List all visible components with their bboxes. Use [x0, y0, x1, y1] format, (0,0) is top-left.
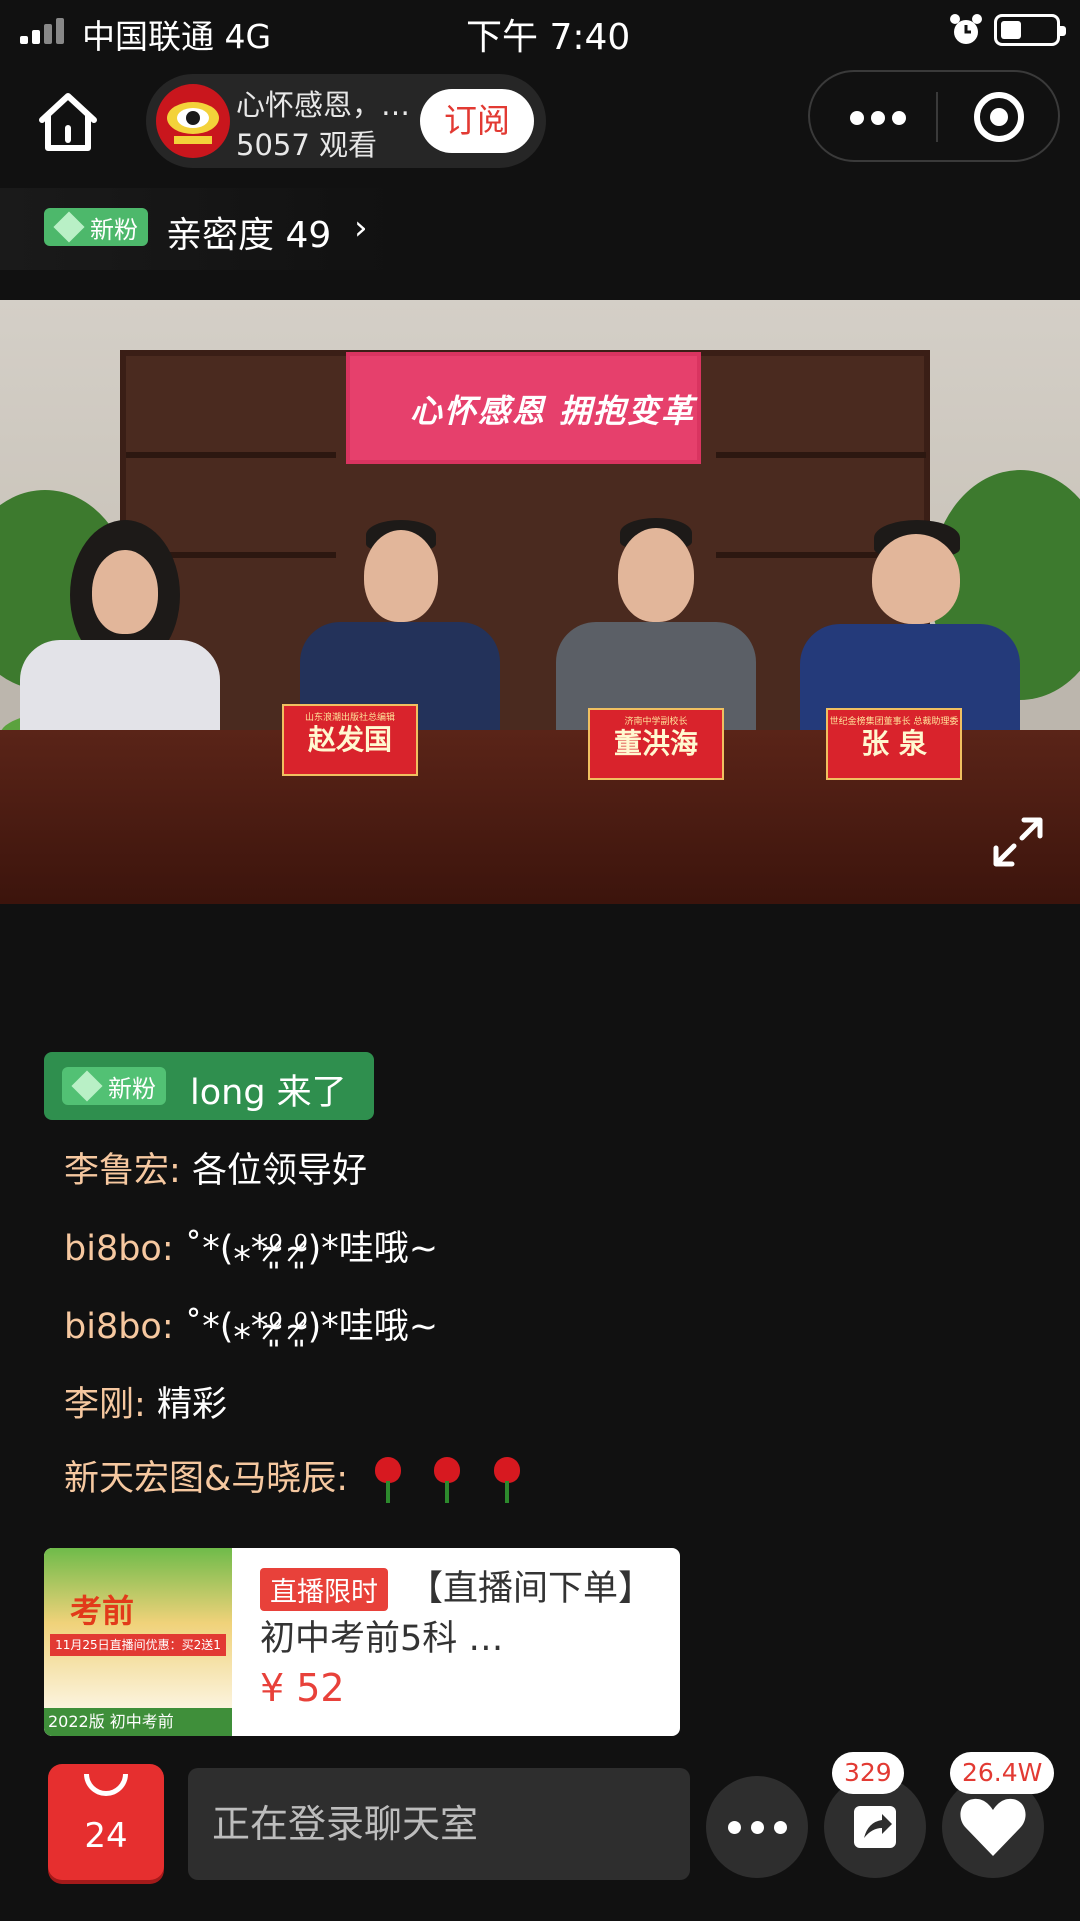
subscribe-button[interactable]: 订阅 [420, 89, 534, 153]
chat-username: bi8bo [64, 1229, 162, 1269]
chat-message: 新天宏图&马晓辰: [64, 1450, 526, 1503]
nameplate-3: 世纪金榜集团董事长 总裁助理委 张 泉 [826, 708, 962, 780]
shopping-bag-icon [84, 1774, 128, 1796]
anchor-info[interactable]: 心怀感恩，… 5057 观看 订阅 [146, 74, 546, 168]
chat-text: ˚*(⁎*⁰̷̴͈ ⁰̷̴͈)*哇哦~ [184, 1307, 439, 1347]
chat-username: 新天宏图&马晓辰 [64, 1459, 337, 1499]
home-icon[interactable] [36, 90, 100, 154]
welcome-text: long 来了 [190, 1073, 347, 1113]
chat-username: bi8bo [64, 1307, 162, 1347]
thumbnail-footer: 2022版 初中考前 [44, 1708, 232, 1736]
new-fan-label: 新粉 [90, 215, 138, 244]
chevron-right-icon: › [354, 208, 368, 248]
target-close-icon[interactable] [974, 92, 1024, 142]
signal-strength-icon [20, 14, 68, 44]
view-count: 5057 观看 [236, 128, 378, 162]
chat-text: 各位领导好 [191, 1151, 367, 1191]
product-card[interactable]: 考前 11月25日直播间优惠：买2送1 2022版 初中考前 【直播间下单】初中… [44, 1548, 680, 1736]
chat-input[interactable]: 正在登录聊天室 [188, 1768, 690, 1880]
new-fan-badge: 新粉 [44, 208, 148, 246]
capsule-divider [936, 92, 938, 142]
rose-icon [488, 1457, 526, 1503]
battery-icon [994, 14, 1066, 46]
new-fan-label: 新粉 [108, 1074, 156, 1103]
like-count: 26.4W [950, 1752, 1055, 1794]
product-price: ¥ 52 [260, 1666, 345, 1710]
chat-username: 李刚 [64, 1385, 135, 1425]
anchor-name: 心怀感恩，… [236, 88, 411, 122]
share-count: 329 [832, 1752, 904, 1794]
alarm-icon [950, 14, 982, 44]
chat-message: bi8bo: ˚*(⁎*⁰̷̴͈ ⁰̷̴͈)*哇哦~ [64, 1229, 439, 1269]
chat-message: 李鲁宏: 各位领导好 [64, 1151, 367, 1191]
event-banner: 心怀感恩 拥抱变革 [346, 352, 701, 464]
welcome-message: 新粉 long 来了 [44, 1052, 374, 1120]
thumbnail-title: 考前 [70, 1592, 135, 1630]
fullscreen-icon[interactable] [990, 814, 1046, 870]
thumbnail-promo: 11月25日直播间优惠：买2送1 [50, 1634, 226, 1656]
status-time: 下午 7:40 [466, 17, 631, 58]
anchor-avatar[interactable] [156, 84, 230, 158]
more-dots-icon [728, 1821, 741, 1834]
more-dots-icon[interactable] [850, 102, 906, 132]
live-video-player[interactable]: 心怀感恩 拥抱变革 山东浪潮出版社总编辑 赵发国 济南中学副校长 董洪海 世纪金… [0, 300, 1080, 904]
limited-time-badge: 直播限时 [260, 1568, 388, 1611]
new-fan-badge: 新粉 [62, 1067, 166, 1105]
chat-text: ˚*(⁎*⁰̷̴͈ ⁰̷̴͈)*哇哦~ [184, 1229, 439, 1269]
nameplate-1: 山东浪潮出版社总编辑 赵发国 [282, 704, 418, 776]
banner-text: 心怀感恩 拥抱变革 [410, 392, 696, 430]
diamond-icon [71, 1070, 103, 1102]
diamond-icon [53, 211, 85, 243]
rose-icon [428, 1457, 466, 1503]
shopping-bag-button[interactable]: 24 [48, 1764, 164, 1880]
chat-message: bi8bo: ˚*(⁎*⁰̷̴͈ ⁰̷̴͈)*哇哦~ [64, 1307, 439, 1347]
carrier-label: 中国联通 4G [82, 17, 272, 56]
mini-program-capsule [808, 70, 1060, 162]
cart-count: 24 [84, 1816, 128, 1856]
nameplate-2: 济南中学副校长 董洪海 [588, 708, 724, 780]
product-thumbnail[interactable]: 考前 11月25日直播间优惠：买2送1 2022版 初中考前 [44, 1548, 232, 1736]
more-button[interactable] [706, 1776, 808, 1878]
chat-username: 李鲁宏 [64, 1151, 170, 1191]
chat-text: 精彩 [156, 1385, 227, 1425]
status-bar: 中国联通 4G 下午 7:40 [0, 0, 1080, 60]
chat-message: 李刚: 精彩 [64, 1385, 227, 1425]
rose-icon [369, 1457, 407, 1503]
speaker-1 [20, 520, 220, 750]
intimacy-row[interactable]: 新粉 亲密度 49 › [0, 188, 395, 270]
intimacy-level: 亲密度 49 [166, 215, 332, 256]
